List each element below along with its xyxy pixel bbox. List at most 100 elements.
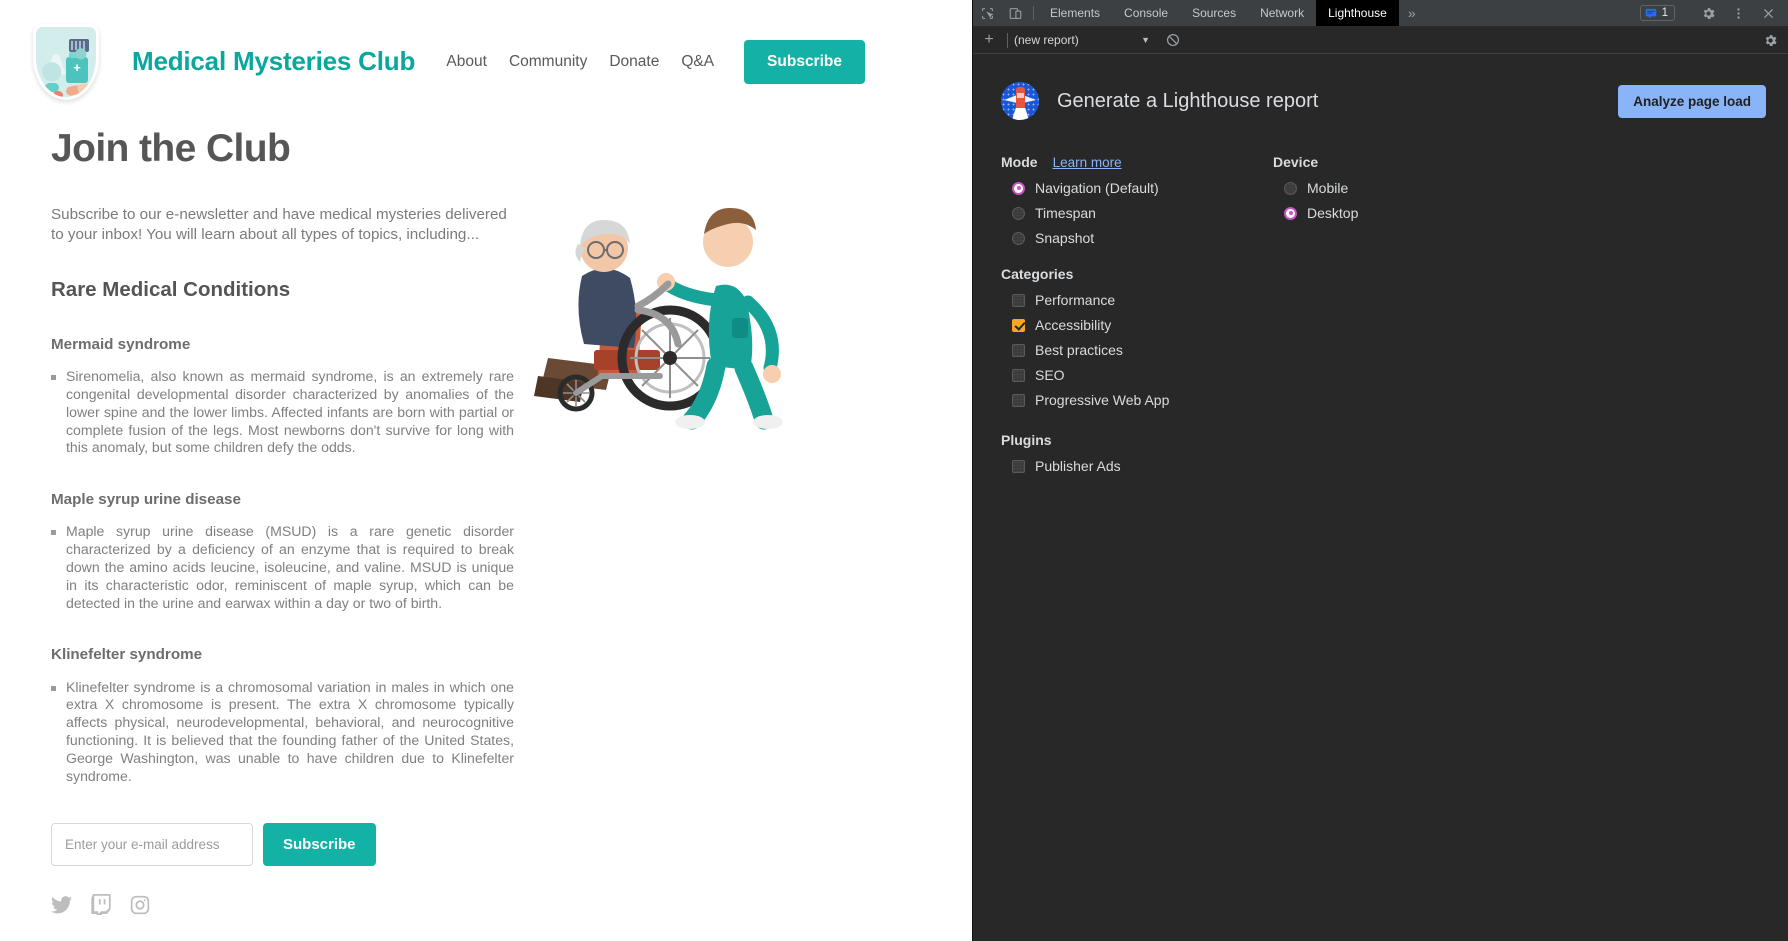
instagram-icon[interactable] xyxy=(130,895,150,915)
tab-lighthouse[interactable]: Lighthouse xyxy=(1316,0,1399,26)
lighthouse-right-column: Device Mobile Desktop xyxy=(1273,154,1533,498)
nav-item-community[interactable]: Community xyxy=(498,53,598,71)
lighthouse-left-column: Mode Learn more Navigation (Default) Tim… xyxy=(1001,154,1273,498)
devtools-tabbar: Elements Console Sources Network Lightho… xyxy=(973,0,1788,27)
radio-icon xyxy=(1012,231,1025,245)
lighthouse-logo-icon xyxy=(1001,82,1039,120)
category-option-seo[interactable]: SEO xyxy=(1012,367,1273,383)
plugins-title: Plugins xyxy=(1001,432,1052,448)
medical-shield-logo-icon xyxy=(33,20,105,104)
lighthouse-subbar: + (new report) ▼ xyxy=(973,27,1788,54)
categories-title: Categories xyxy=(1001,266,1074,282)
tab-network[interactable]: Network xyxy=(1248,0,1316,26)
brand[interactable]: Medical Mysteries Club xyxy=(0,20,415,104)
gear-icon[interactable] xyxy=(1694,6,1722,21)
radio-icon xyxy=(1012,206,1025,220)
signup-form: Subscribe xyxy=(51,823,972,867)
issues-count: 1 xyxy=(1661,7,1668,19)
analyze-page-load-button[interactable]: Analyze page load xyxy=(1618,84,1766,118)
web-page: Medical Mysteries Club About Community D… xyxy=(0,0,972,941)
list-item: Sirenomelia, also known as mermaid syndr… xyxy=(51,368,514,457)
learn-more-link[interactable]: Learn more xyxy=(1053,155,1122,170)
social-links xyxy=(51,894,972,916)
main-nav: About Community Donate Q&A Subscribe xyxy=(435,39,972,84)
radio-icon xyxy=(1012,181,1025,195)
signup-subscribe-button[interactable]: Subscribe xyxy=(263,823,376,867)
condition-name: Maple syrup urine disease xyxy=(51,491,241,509)
mode-group: Mode Learn more Navigation (Default) Tim… xyxy=(1001,154,1273,246)
subbar-divider xyxy=(1007,32,1008,48)
more-vertical-icon[interactable] xyxy=(1724,7,1752,20)
category-option-best-practices[interactable]: Best practices xyxy=(1012,342,1273,358)
radio-icon xyxy=(1284,181,1297,195)
category-option-performance[interactable]: Performance xyxy=(1012,292,1273,308)
checkbox-icon xyxy=(1012,393,1025,407)
mode-option-label: Snapshot xyxy=(1035,230,1095,246)
twitter-icon[interactable] xyxy=(51,896,72,914)
condition-list: Klinefelter syndrome is a chromosomal va… xyxy=(51,679,514,786)
toolbar-divider xyxy=(1033,6,1034,20)
checkbox-icon xyxy=(1012,459,1025,473)
list-item: Maple syrup urine disease (MSUD) is a ra… xyxy=(51,523,514,612)
condition-name: Mermaid syndrome xyxy=(51,336,191,353)
section-title: Rare Medical Conditions xyxy=(51,278,291,301)
plugin-option-publisher-ads[interactable]: Publisher Ads xyxy=(1012,458,1273,474)
mode-option-label: Navigation (Default) xyxy=(1035,180,1159,196)
mode-option-label: Timespan xyxy=(1035,205,1096,221)
radio-icon xyxy=(1284,206,1297,220)
more-tabs-icon[interactable]: » xyxy=(1399,0,1425,26)
category-option-pwa[interactable]: Progressive Web App xyxy=(1012,392,1273,408)
lighthouse-heading: Generate a Lighthouse report xyxy=(1057,89,1319,112)
categories-group: Categories Performance Accessibility Bes… xyxy=(1001,266,1273,408)
lighthouse-settings-form: Mode Learn more Navigation (Default) Tim… xyxy=(973,120,1788,498)
category-option-label: Accessibility xyxy=(1035,317,1112,333)
category-option-label: SEO xyxy=(1035,367,1065,383)
report-select[interactable]: (new report) ▼ xyxy=(1014,33,1154,47)
checkbox-icon xyxy=(1012,368,1025,382)
device-option-mobile[interactable]: Mobile xyxy=(1284,180,1533,196)
condition-list: Maple syrup urine disease (MSUD) is a ra… xyxy=(51,523,514,612)
device-toolbar-icon[interactable] xyxy=(1001,0,1029,26)
mode-option-timespan[interactable]: Timespan xyxy=(1012,205,1273,221)
plus-icon[interactable]: + xyxy=(977,31,1001,49)
category-option-label: Performance xyxy=(1035,292,1116,308)
nav-item-about[interactable]: About xyxy=(435,53,498,71)
close-icon[interactable] xyxy=(1754,7,1782,20)
header-subscribe-button[interactable]: Subscribe xyxy=(744,39,865,84)
site-header: Medical Mysteries Club About Community D… xyxy=(0,0,972,105)
condition-list: Sirenomelia, also known as mermaid syndr… xyxy=(51,368,514,457)
device-title: Device xyxy=(1273,154,1319,170)
mode-option-navigation[interactable]: Navigation (Default) xyxy=(1012,180,1273,196)
category-option-accessibility[interactable]: Accessibility xyxy=(1012,317,1273,333)
report-select-value: (new report) xyxy=(1014,33,1079,47)
device-option-desktop[interactable]: Desktop xyxy=(1284,205,1533,221)
tab-console[interactable]: Console xyxy=(1112,0,1180,26)
issues-counter-icon[interactable]: 1 xyxy=(1639,5,1675,21)
nav-item-qa[interactable]: Q&A xyxy=(670,53,725,71)
category-option-label: Best practices xyxy=(1035,342,1123,358)
page-title: Join the Club xyxy=(51,127,291,170)
tab-sources[interactable]: Sources xyxy=(1180,0,1248,26)
email-field[interactable] xyxy=(51,823,253,867)
twitch-icon[interactable] xyxy=(91,894,111,916)
mode-option-snapshot[interactable]: Snapshot xyxy=(1012,230,1273,246)
gear-icon[interactable] xyxy=(1763,33,1788,48)
plugin-option-label: Publisher Ads xyxy=(1035,458,1121,474)
tab-elements[interactable]: Elements xyxy=(1038,0,1112,26)
mode-title-row: Mode Learn more xyxy=(1001,154,1273,170)
nav-item-donate[interactable]: Donate xyxy=(598,53,670,71)
device-group: Device Mobile Desktop xyxy=(1273,154,1533,221)
lighthouse-start-view: Generate a Lighthouse report Analyze pag… xyxy=(973,54,1788,498)
inspect-element-icon[interactable] xyxy=(973,0,1001,26)
devtools-panel: Elements Console Sources Network Lightho… xyxy=(972,0,1788,941)
category-option-label: Progressive Web App xyxy=(1035,392,1170,408)
chevron-down-icon: ▼ xyxy=(1141,35,1150,45)
device-option-label: Desktop xyxy=(1307,205,1359,221)
wheelchair-illustration xyxy=(520,190,820,450)
plugins-group: Plugins Publisher Ads xyxy=(1001,432,1273,474)
devtools-toolbar-right: 1 xyxy=(1639,0,1788,26)
intro-paragraph: Subscribe to our e-newsletter and have m… xyxy=(51,206,507,243)
checkbox-icon xyxy=(1012,343,1025,357)
brand-title: Medical Mysteries Club xyxy=(132,46,416,76)
clear-report-icon[interactable] xyxy=(1166,33,1180,47)
